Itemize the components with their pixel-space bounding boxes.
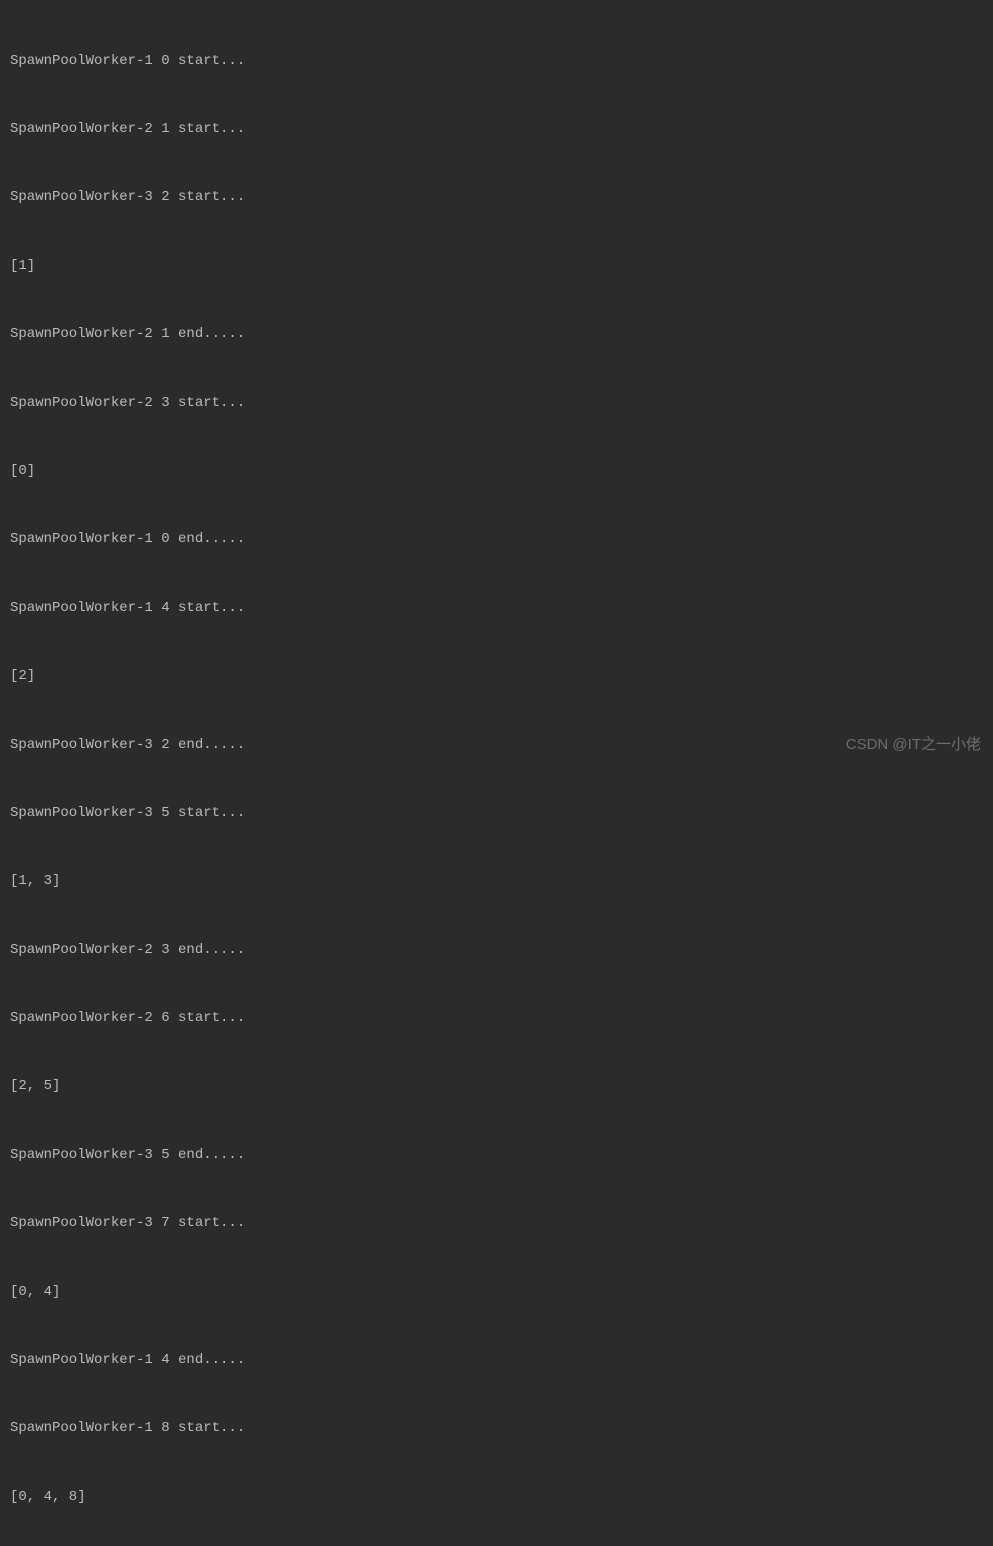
console-line: [1, 3]: [10, 870, 983, 893]
console-line: SpawnPoolWorker-2 6 start...: [10, 1007, 983, 1030]
console-line: SpawnPoolWorker-2 1 start...: [10, 118, 983, 141]
console-output: SpawnPoolWorker-1 0 start... SpawnPoolWo…: [10, 4, 983, 1546]
console-line: SpawnPoolWorker-3 5 end.....: [10, 1144, 983, 1167]
console-line: SpawnPoolWorker-1 0 end.....: [10, 528, 983, 551]
console-line: [0, 4, 8]: [10, 1486, 983, 1509]
console-line: SpawnPoolWorker-3 7 start...: [10, 1212, 983, 1235]
console-line: [2]: [10, 665, 983, 688]
console-line: SpawnPoolWorker-2 3 start...: [10, 392, 983, 415]
watermark: CSDN @IT之一小佬: [846, 734, 981, 757]
console-line: [0]: [10, 460, 983, 483]
console-line: SpawnPoolWorker-1 4 start...: [10, 597, 983, 620]
console-line: SpawnPoolWorker-1 8 start...: [10, 1417, 983, 1440]
console-line: SpawnPoolWorker-3 2 end.....: [10, 734, 983, 757]
console-line: SpawnPoolWorker-2 1 end.....: [10, 323, 983, 346]
console-line: SpawnPoolWorker-3 2 start...: [10, 186, 983, 209]
console-line: [2, 5]: [10, 1075, 983, 1098]
console-line: SpawnPoolWorker-3 5 start...: [10, 802, 983, 825]
console-line: SpawnPoolWorker-1 4 end.....: [10, 1349, 983, 1372]
console-line: SpawnPoolWorker-1 0 start...: [10, 50, 983, 73]
console-line: [1]: [10, 255, 983, 278]
console-line: SpawnPoolWorker-2 3 end.....: [10, 939, 983, 962]
console-line: [0, 4]: [10, 1281, 983, 1304]
